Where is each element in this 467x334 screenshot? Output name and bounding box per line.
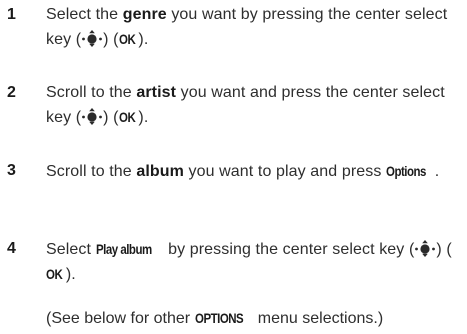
text-run: by pressing the center select key ( [163,241,415,258]
ok-key-label: OK [46,266,63,282]
text-run: ) ( [436,241,452,258]
options-note: (See below for other OPTIONS menu select… [46,306,466,331]
step-number: 2 [7,84,16,101]
text-run: you want to play and press [183,163,386,180]
step-number: 4 [7,240,16,257]
album-term: album [136,163,184,180]
text-run: Select [46,241,96,258]
instruction-page: 1 Select the genre you want by pressing … [0,0,467,334]
center-select-key-icon [82,30,103,47]
text-run: ). [65,266,76,283]
step-number: 3 [7,162,16,179]
genre-term: genre [122,6,167,23]
text-run: (See below for other [46,310,195,327]
step-number: 1 [7,6,16,23]
text-run: Select the [46,6,123,23]
text-run: Scroll to the [46,163,137,180]
text-run: menu selections.) [253,310,384,327]
options-key-label: Options [386,163,426,179]
ok-key-label: OK [118,109,136,125]
step-text: Select the genre you want by pressing th… [46,3,461,52]
text-run: ). [138,109,149,126]
ok-key-label: OK [118,31,136,47]
text-run: Scroll to the [46,84,137,101]
artist-term: artist [136,84,177,101]
text-run: ) ( [103,109,119,126]
step-text: Scroll to the artist you want and press … [46,81,461,130]
play-album-label: Play album [95,241,152,257]
text-run: ). [138,31,149,48]
options-menu-label: OPTIONS [194,310,244,326]
step-text: Select Play album by pressing the center… [46,237,461,287]
center-select-key-icon [82,108,103,125]
text-run: ) ( [103,31,119,48]
center-select-key-icon [415,240,436,257]
step-text: Scroll to the album you want to play and… [46,159,461,184]
text-run: . [434,163,440,180]
